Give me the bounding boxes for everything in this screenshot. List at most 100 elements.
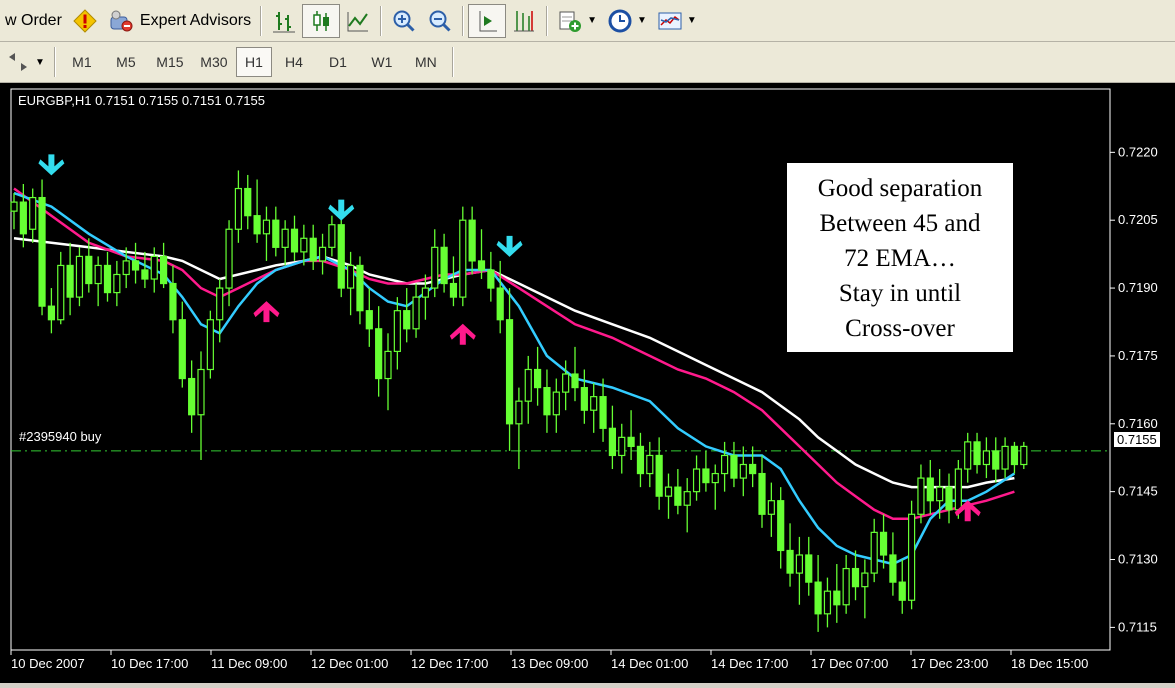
candle-body — [1020, 445, 1028, 466]
candle-body — [627, 436, 635, 448]
zoom-in-button[interactable] — [386, 4, 422, 38]
candle-body — [66, 264, 74, 298]
candle-body — [533, 368, 542, 389]
timeframe-m15[interactable]: M15 — [148, 47, 192, 77]
candlesticks-icon — [308, 8, 334, 34]
periods-toolbar: ▼ M1 M5 M15 M30 H1 H4 D1 W1 MN — [0, 42, 1175, 83]
candle-body — [982, 450, 991, 466]
timeframe-h1[interactable]: H1 — [235, 47, 272, 77]
candle-body — [216, 287, 224, 321]
expert-advisors-label: Expert Advisors — [139, 11, 252, 29]
candle-body — [281, 228, 289, 248]
candle-body — [749, 463, 757, 475]
x-tick-label: 18 Dec 15:00 — [1011, 656, 1088, 671]
annotation-text-box[interactable]: Good separation Between 45 and 72 EMA… S… — [787, 163, 1013, 352]
candle-body — [683, 491, 691, 506]
candle-body — [375, 328, 383, 380]
chart-window[interactable]: 0.7220 0.7205 0.7190 0.7175 0.7160 0.7145 0.71… — [0, 83, 1175, 688]
candle-body — [309, 237, 317, 262]
note-line: Good separation — [817, 175, 983, 202]
candle-body — [188, 377, 196, 416]
periodicity-button[interactable]: ▼ — [602, 4, 652, 38]
y-tick-label: 0.7175 — [1118, 348, 1158, 363]
new-order-button[interactable]: w Order — [0, 4, 67, 38]
bar-chart-button[interactable] — [266, 4, 302, 38]
candle-body — [318, 246, 327, 262]
candle-body — [552, 391, 560, 416]
candle-body — [244, 187, 252, 217]
candle-body — [646, 454, 654, 475]
candle-body — [468, 219, 476, 262]
note-line: Stay in until — [838, 280, 962, 307]
autotrading-button[interactable] — [67, 4, 103, 38]
candle-body — [590, 396, 598, 411]
chart-shift-button[interactable] — [506, 4, 542, 38]
chevron-down-icon: ▼ — [587, 15, 597, 26]
candle-body — [253, 215, 261, 235]
candle-body — [384, 350, 392, 380]
candle-body — [29, 196, 37, 230]
candle-body — [272, 219, 280, 248]
templates-icon — [657, 8, 683, 34]
templates-button[interactable]: ▼ — [652, 4, 702, 38]
candle-body — [795, 554, 804, 574]
x-tick-label: 11 Dec 09:00 — [211, 656, 287, 671]
x-tick-label: 10 Dec 17:00 — [111, 656, 188, 671]
cursor-arrows-icon — [5, 49, 31, 75]
candle-body — [505, 319, 514, 425]
candlesticks-button[interactable] — [302, 3, 341, 38]
timeframe-mn[interactable]: MN — [404, 47, 448, 77]
timeframe-h4[interactable]: H4 — [272, 47, 316, 77]
candle-body — [169, 282, 177, 321]
timeframe-m30[interactable]: M30 — [192, 47, 236, 77]
candle-body — [19, 201, 27, 235]
drawing-tools-button[interactable]: ▼ — [0, 45, 50, 79]
candle-body — [403, 310, 411, 330]
candle-body — [524, 368, 532, 402]
y-tick-label: 0.7160 — [1118, 416, 1158, 431]
candle-body — [833, 590, 841, 606]
expert-advisors-button[interactable]: Expert Advisors — [103, 4, 256, 38]
candle-body — [103, 264, 112, 294]
zoom-out-button[interactable] — [422, 4, 458, 38]
candle-body — [141, 269, 149, 280]
candle-body — [842, 567, 850, 606]
candle-body — [412, 296, 420, 330]
toolbar-separator — [546, 5, 549, 36]
periodicity-icon — [607, 8, 633, 34]
candle-body — [10, 201, 18, 212]
candle-body — [543, 386, 551, 416]
candle-body — [38, 196, 46, 307]
candle-body — [992, 450, 1000, 470]
candle-body — [477, 260, 486, 271]
sell-signal-arrow-icon — [496, 235, 523, 257]
indicators-button[interactable]: ▼ — [552, 4, 602, 38]
candle-body — [197, 368, 205, 416]
line-chart-button[interactable] — [340, 4, 376, 38]
x-tick-label: 14 Dec 17:00 — [711, 656, 788, 671]
candle-body — [57, 264, 65, 321]
candle-body — [571, 373, 579, 389]
candle-body — [823, 590, 832, 615]
y-tick-label: 0.7130 — [1118, 552, 1158, 567]
candle-body — [440, 246, 448, 285]
zoom-in-icon — [391, 8, 417, 34]
zoom-out-icon — [427, 8, 453, 34]
candle-body — [449, 282, 458, 298]
timeframe-d1[interactable]: D1 — [316, 47, 360, 77]
candle-body — [805, 554, 813, 583]
timeframe-m5[interactable]: M5 — [104, 47, 148, 77]
candle-body — [599, 396, 607, 429]
timeframe-m1[interactable]: M1 — [60, 47, 104, 77]
x-tick-label: 12 Dec 17:00 — [411, 656, 488, 671]
y-tick-label: 0.7205 — [1118, 212, 1158, 227]
candle-body — [954, 468, 962, 511]
candle-body — [898, 581, 906, 601]
candle-body — [515, 400, 523, 425]
timeframe-w1[interactable]: W1 — [360, 47, 404, 77]
candle-body — [393, 310, 401, 353]
candle-body — [851, 567, 860, 588]
autoscroll-button[interactable] — [468, 3, 507, 38]
status-strip — [0, 683, 1175, 688]
toolbar-separator — [462, 5, 465, 36]
